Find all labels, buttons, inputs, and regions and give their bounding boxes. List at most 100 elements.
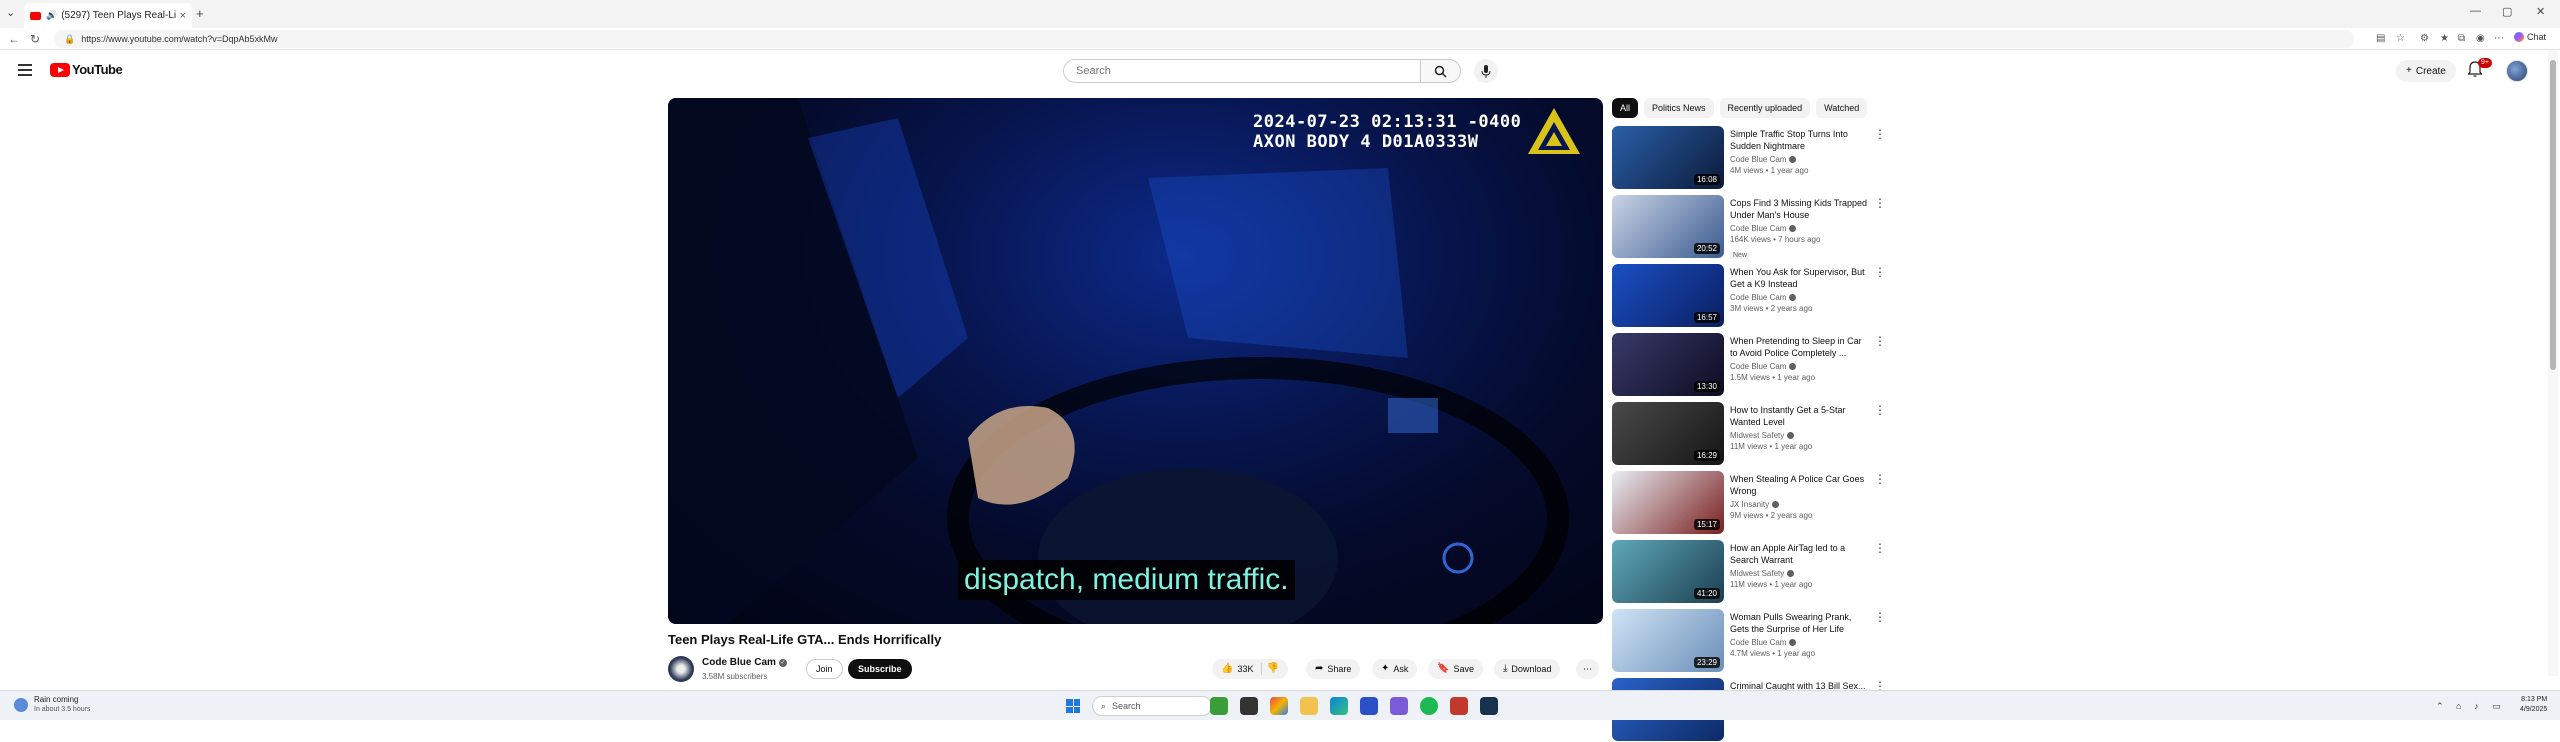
recommendation-thumbnail[interactable]: 15:17: [1612, 471, 1724, 534]
tray-network-icon[interactable]: ⌂: [2456, 701, 2461, 711]
recommendation-title[interactable]: How to Instantly Get a 5-Star Wanted Lev…: [1730, 404, 1870, 428]
channel-name[interactable]: Code Blue Cam ✓: [702, 657, 787, 668]
system-clock[interactable]: 8:13 PM 4/9/2025: [2520, 695, 2547, 715]
share-button[interactable]: ➦ Share: [1306, 659, 1361, 679]
collections-icon[interactable]: ⧉: [2458, 33, 2465, 44]
tray-battery-icon[interactable]: ▭: [2492, 701, 2501, 712]
window-close-icon[interactable]: ✕: [2536, 5, 2545, 18]
search-input[interactable]: [1063, 59, 1421, 83]
taskbar-search[interactable]: ⌕ Search: [1092, 696, 1212, 716]
browser-tab-active[interactable]: 🔊 (5297) Teen Plays Real-Life G... ×: [24, 3, 192, 28]
reader-icon[interactable]: ▤: [2376, 33, 2385, 44]
scrollbar-thumb[interactable]: [2550, 60, 2556, 370]
recommendation-title[interactable]: When Pretending to Sleep in Car to Avoid…: [1730, 335, 1870, 359]
minimize-icon[interactable]: —: [2470, 5, 2481, 17]
recommendation-channel[interactable]: Code Blue Cam: [1730, 224, 1870, 233]
extensions-icon[interactable]: ⚙: [2420, 33, 2429, 44]
kebab-menu-icon[interactable]: ⋮: [1874, 266, 1886, 278]
back-icon[interactable]: ←: [8, 32, 20, 46]
new-tab-button[interactable]: +: [196, 6, 204, 21]
join-button[interactable]: Join: [806, 659, 843, 679]
save-button[interactable]: 🔖 Save: [1428, 659, 1483, 679]
chip-recently-uploaded[interactable]: Recently uploaded: [1719, 98, 1811, 118]
guide-menu-icon[interactable]: [18, 64, 32, 76]
voice-search-button[interactable]: [1474, 59, 1498, 83]
copilot-chat-button[interactable]: Chat: [2514, 32, 2546, 42]
kebab-menu-icon[interactable]: ⋮: [1874, 542, 1886, 554]
ask-button[interactable]: ✦ Ask: [1372, 659, 1418, 679]
recommendation-item[interactable]: 23:29 Woman Pulls Swearing Prank, Gets th…: [1612, 609, 1886, 673]
recommendation-channel[interactable]: Midwest Safety: [1730, 431, 1870, 440]
notifications-button[interactable]: 9+: [2467, 58, 2492, 81]
subscribe-button[interactable]: Subscribe: [848, 659, 912, 679]
create-button[interactable]: + Create: [2396, 60, 2456, 82]
recommendation-channel[interactable]: Code Blue Cam: [1730, 638, 1870, 647]
recommendation-title[interactable]: How an Apple AirTag led to a Search Warr…: [1730, 542, 1870, 566]
recommendation-channel[interactable]: Code Blue Cam: [1730, 293, 1870, 302]
tray-chevron-icon[interactable]: ⌃: [2436, 701, 2444, 712]
favorites-icon[interactable]: ★: [2440, 33, 2449, 44]
recommendation-item[interactable]: 15:17 When Stealing A Police Car Goes Wro…: [1612, 471, 1886, 535]
taskbar-app-edge-icon[interactable]: [1330, 697, 1348, 715]
refresh-icon[interactable]: ↻: [30, 32, 40, 46]
recommendation-item[interactable]: 20:52 Cops Find 3 Missing Kids Trapped Un…: [1612, 195, 1886, 259]
weather-widget[interactable]: Rain coming In about 3.5 hours: [14, 695, 90, 714]
more-actions-button[interactable]: ⋯: [1576, 659, 1599, 679]
taskbar-app-terminal-icon[interactable]: [1240, 697, 1258, 715]
taskbar-app-media-icon[interactable]: [1450, 697, 1468, 715]
recommendation-item[interactable]: 16:57 When You Ask for Supervisor, But Ge…: [1612, 264, 1886, 328]
recommendation-title[interactable]: When You Ask for Supervisor, But Get a K…: [1730, 266, 1870, 290]
taskbar-app-steam-icon[interactable]: [1480, 697, 1498, 715]
recommendation-thumbnail[interactable]: 23:29: [1612, 609, 1724, 672]
recommendation-channel[interactable]: Midwest Safety: [1730, 569, 1870, 578]
recommendation-item[interactable]: 16:08 Simple Traffic Stop Turns Into Sudd…: [1612, 126, 1886, 190]
kebab-menu-icon[interactable]: ⋮: [1874, 611, 1886, 623]
taskbar-app-teams-icon[interactable]: [1390, 697, 1408, 715]
channel-avatar[interactable]: [668, 656, 694, 682]
video-player[interactable]: 2024-07-23 02:13:31 -0400 AXON BODY 4 D0…: [668, 98, 1603, 624]
recommendation-thumbnail[interactable]: 13:30: [1612, 333, 1724, 396]
search-button[interactable]: [1421, 59, 1461, 83]
youtube-logo[interactable]: YouTube: [50, 62, 123, 77]
page-scrollbar[interactable]: [2548, 50, 2558, 676]
recommendation-thumbnail[interactable]: 16:08: [1612, 126, 1724, 189]
kebab-menu-icon[interactable]: ⋮: [1874, 197, 1886, 209]
taskbar-app-photos-icon[interactable]: [1270, 697, 1288, 715]
chip-politics-news[interactable]: Politics News: [1644, 98, 1714, 118]
taskbar-app-file-explorer-icon[interactable]: [1300, 697, 1318, 715]
start-button[interactable]: [1066, 699, 1080, 713]
chip-all[interactable]: All: [1612, 98, 1639, 118]
kebab-menu-icon[interactable]: ⋮: [1874, 335, 1886, 347]
taskbar-app-word-icon[interactable]: [1360, 697, 1378, 715]
recommendation-title[interactable]: Woman Pulls Swearing Prank, Gets the Sur…: [1730, 611, 1870, 635]
address-bar[interactable]: 🔒 https://www.youtube.com/watch?v=DqpAb5…: [54, 30, 2354, 48]
recommendation-channel[interactable]: Code Blue Cam: [1730, 362, 1870, 371]
download-button[interactable]: ⤓ Download: [1494, 659, 1561, 679]
maximize-icon[interactable]: ▢: [2502, 5, 2512, 18]
recommendation-thumbnail[interactable]: 41:20: [1612, 540, 1724, 603]
recommendation-item[interactable]: 41:20 How an Apple AirTag led to a Search…: [1612, 540, 1886, 604]
profile-icon[interactable]: ◉: [2476, 33, 2485, 44]
speaker-icon[interactable]: 🔊: [46, 10, 57, 21]
favorite-star-icon[interactable]: ☆: [2396, 33, 2405, 44]
recommendation-title[interactable]: When Stealing A Police Car Goes Wrong: [1730, 473, 1870, 497]
account-avatar[interactable]: [2506, 60, 2528, 82]
taskbar-app-game-icon[interactable]: [1210, 697, 1228, 715]
more-menu-icon[interactable]: ⋯: [2494, 33, 2504, 44]
tray-volume-icon[interactable]: ♪: [2474, 701, 2479, 711]
recommendation-title[interactable]: Cops Find 3 Missing Kids Trapped Under M…: [1730, 197, 1870, 221]
recommendation-thumbnail[interactable]: 20:52: [1612, 195, 1724, 258]
tab-close-icon[interactable]: ×: [180, 10, 186, 22]
thumbs-down-icon[interactable]: 👎: [1266, 664, 1278, 674]
tab-actions-chevron-icon[interactable]: ⌄: [6, 6, 15, 19]
kebab-menu-icon[interactable]: ⋮: [1874, 404, 1886, 416]
recommendation-title[interactable]: Simple Traffic Stop Turns Into Sudden Ni…: [1730, 128, 1870, 152]
recommendation-channel[interactable]: Code Blue Cam: [1730, 155, 1870, 164]
kebab-menu-icon[interactable]: ⋮: [1874, 473, 1886, 485]
recommendation-item[interactable]: 13:30 When Pretending to Sleep in Car to …: [1612, 333, 1886, 397]
recommendation-thumbnail[interactable]: 16:29: [1612, 402, 1724, 465]
recommendation-channel[interactable]: JX Insanity: [1730, 500, 1870, 509]
taskbar-app-spotify-icon[interactable]: [1420, 697, 1438, 715]
recommendation-thumbnail[interactable]: 16:57: [1612, 264, 1724, 327]
like-button[interactable]: 👍 33K 👎: [1212, 659, 1288, 679]
